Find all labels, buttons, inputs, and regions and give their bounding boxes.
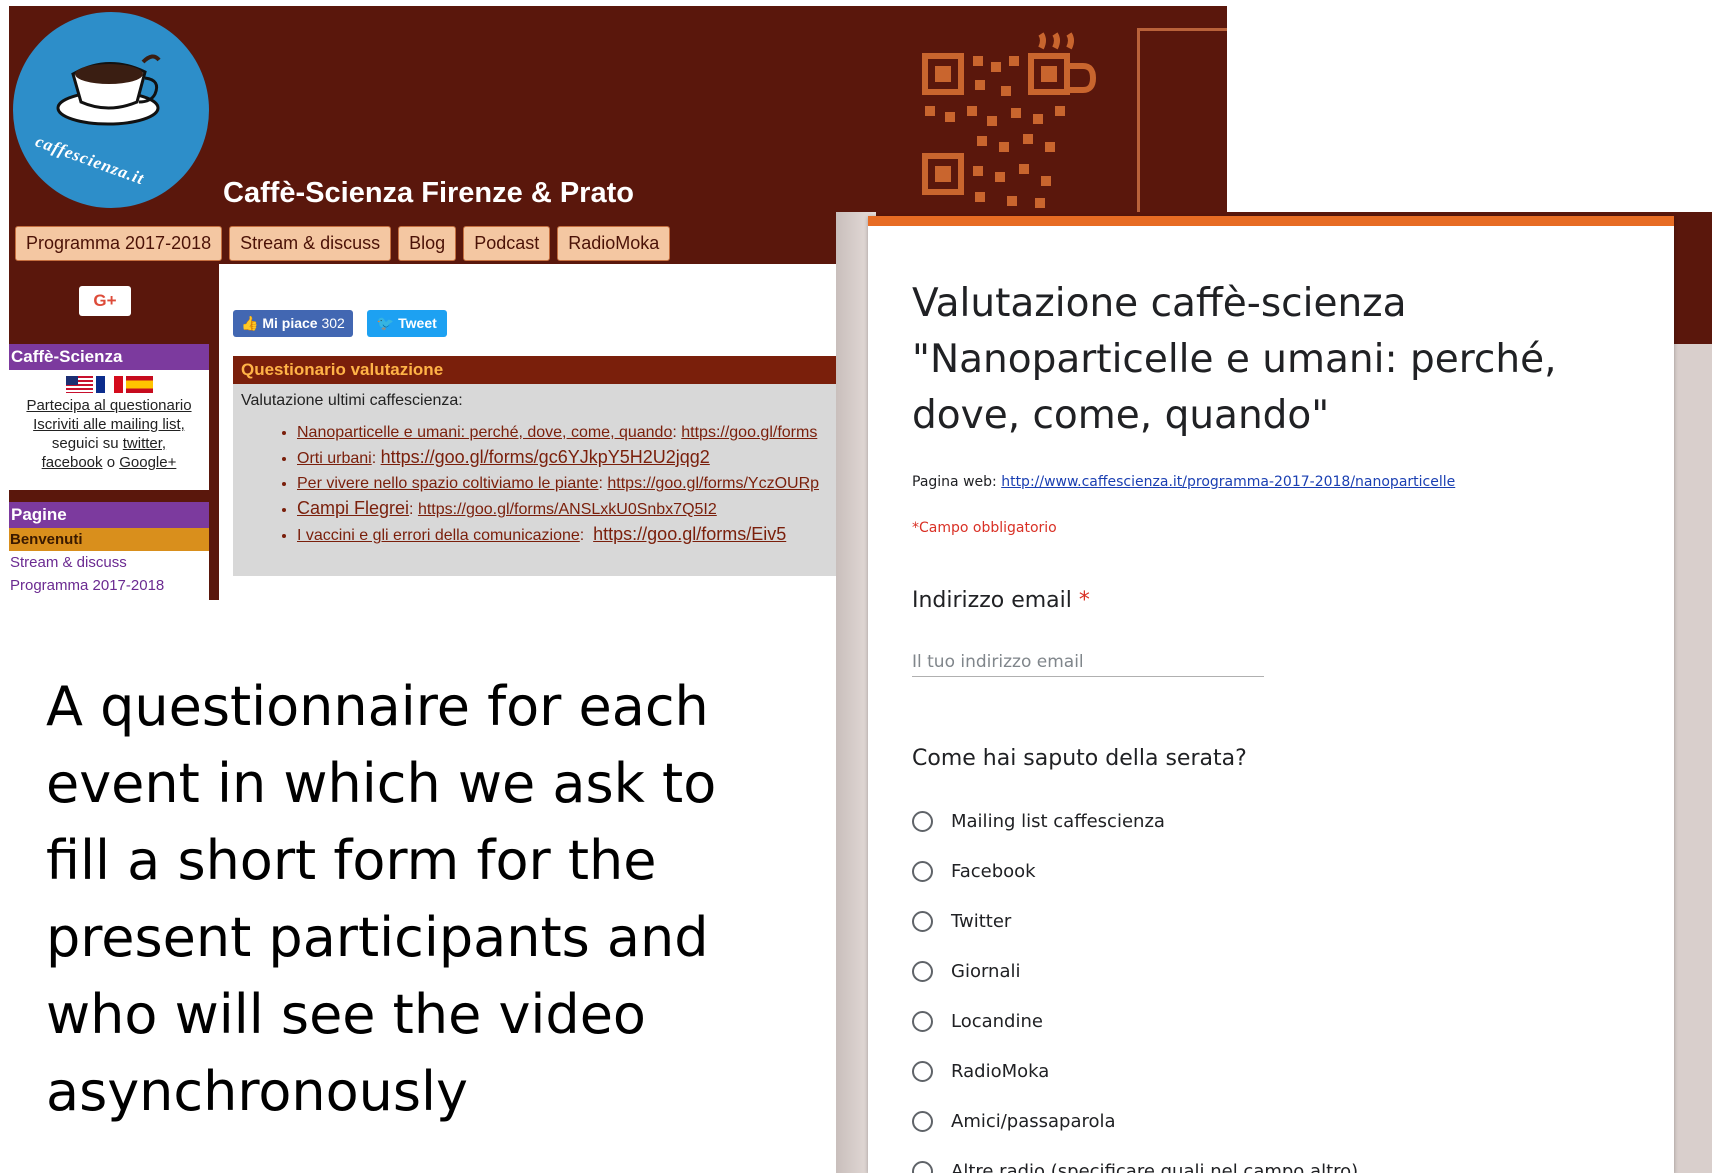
coffee-cup-icon xyxy=(56,54,161,126)
social-buttons: 👍 Mi piace 302 🐦 Tweet xyxy=(233,310,447,337)
option-label: Twitter xyxy=(951,910,1012,932)
separator: : xyxy=(409,501,414,518)
sidebar-pages-box: Pagine Benvenuti Stream & discuss Progra… xyxy=(9,502,209,600)
tweet-button[interactable]: 🐦 Tweet xyxy=(366,310,447,337)
nav-radiomoka[interactable]: RadioMoka xyxy=(557,226,671,261)
source-question: Come hai saputo della serata? xyxy=(912,746,1247,771)
separator: : xyxy=(371,450,377,467)
facebook-link[interactable]: facebook xyxy=(42,454,103,471)
separator: : xyxy=(579,527,585,544)
event-title-link[interactable]: Nanoparticelle e umani: perché, dove, co… xyxy=(297,424,672,441)
radio-button[interactable] xyxy=(912,1160,933,1173)
facebook-like-button[interactable]: 👍 Mi piace 302 xyxy=(233,310,353,337)
nav-stream[interactable]: Stream & discuss xyxy=(229,226,392,261)
required-note: *Campo obbligatorio xyxy=(912,520,1057,536)
radio-button[interactable] xyxy=(912,810,933,832)
like-label: Mi piace xyxy=(262,315,318,331)
form-web-line: Pagina web: http://www.caffescienza.it/p… xyxy=(912,474,1455,490)
event-title-link[interactable]: Per vivere nello spazio coltiviamo le pi… xyxy=(297,475,598,492)
radio-option[interactable]: Amici/passaparola xyxy=(912,1096,1358,1146)
event-title-link[interactable]: Campi Flegrei xyxy=(297,498,409,518)
option-label: Giornali xyxy=(951,960,1021,982)
radio-option[interactable]: Twitter xyxy=(912,896,1358,946)
separator: : xyxy=(672,424,677,441)
caffescienza-logo[interactable]: caffescienza.it xyxy=(13,12,209,208)
site-title: Caffè-Scienza Firenze & Prato xyxy=(223,177,634,209)
form-link[interactable]: https://goo.gl/forms/YczOURp xyxy=(607,475,819,492)
page-item-stream[interactable]: Stream & discuss xyxy=(9,551,209,574)
form-link[interactable]: https://goo.gl/forms/gc6YJkpY5H2U2jqg2 xyxy=(381,447,710,467)
radio-option[interactable]: Facebook xyxy=(912,846,1358,896)
required-star: * xyxy=(1078,588,1090,613)
radio-button[interactable] xyxy=(912,1110,933,1132)
twitter-link[interactable]: twitter, xyxy=(123,435,166,452)
radio-button[interactable] xyxy=(912,960,933,982)
radio-option[interactable]: Altre radio (specificare quali nel campo… xyxy=(912,1146,1358,1173)
fr-flag-icon[interactable] xyxy=(95,376,123,393)
nav-podcast[interactable]: Podcast xyxy=(463,226,551,261)
option-label: Mailing list caffescienza xyxy=(951,810,1165,832)
or-text: o xyxy=(106,454,116,471)
separator: : xyxy=(598,475,603,492)
page-item-benvenuti[interactable]: Benvenuti xyxy=(9,528,209,551)
twitter-bird-icon: 🐦 xyxy=(376,315,395,331)
nav-blog[interactable]: Blog xyxy=(398,226,457,261)
event-title-link[interactable]: Orti urbani xyxy=(297,450,372,467)
radio-option[interactable]: Locandine xyxy=(912,996,1358,1046)
radio-option[interactable]: Mailing list caffescienza xyxy=(912,796,1358,846)
form-accent-bar xyxy=(868,216,1674,226)
main-nav: Programma 2017-2018 Stream & discuss Blo… xyxy=(15,226,671,261)
radio-option[interactable]: Giornali xyxy=(912,946,1358,996)
sidebar-caffe-header: Caffè-Scienza xyxy=(9,344,209,370)
form-link[interactable]: https://goo.gl/forms xyxy=(681,424,817,441)
option-label: RadioMoka xyxy=(951,1060,1050,1082)
email-question: Indirizzo email * xyxy=(912,588,1090,613)
logo-text: caffescienza.it xyxy=(33,131,147,189)
form-link[interactable]: https://goo.gl/forms/Eiv5 xyxy=(593,524,786,544)
es-flag-icon[interactable] xyxy=(125,376,153,393)
radio-button[interactable] xyxy=(912,1010,933,1032)
google-link[interactable]: Google+ xyxy=(119,454,176,471)
form-link[interactable]: https://goo.gl/forms/ANSLxkU0Snbx7Q5I2 xyxy=(418,501,717,518)
radio-button[interactable] xyxy=(912,1060,933,1082)
option-label: Altre radio (specificare quali nel campo… xyxy=(951,1160,1359,1173)
poster-graphic xyxy=(1137,28,1227,218)
option-label: Facebook xyxy=(951,860,1036,882)
sidebar-pages-header: Pagine xyxy=(9,502,209,528)
sidebar-links: Partecipa al questionario Iscriviti alle… xyxy=(9,396,209,472)
mailing-list-link[interactable]: Iscriviti alle mailing list, xyxy=(33,416,185,433)
event-title-link[interactable]: I vaccini e gli errori della comunicazio… xyxy=(297,527,580,544)
web-link[interactable]: http://www.caffescienza.it/programma-201… xyxy=(1001,474,1455,490)
form-title: Valutazione caffè-scienza "Nanoparticell… xyxy=(912,281,1557,438)
radio-button[interactable] xyxy=(912,910,933,932)
radio-option[interactable]: RadioMoka xyxy=(912,1046,1358,1096)
web-label: Pagina web: xyxy=(912,474,997,490)
slide-caption: A questionnaire for each event in which … xyxy=(46,675,717,1123)
sidebar-caffe-box: Caffè-Scienza Partecipa al questionario … xyxy=(9,344,209,490)
option-label: Amici/passaparola xyxy=(951,1110,1116,1132)
nav-programma[interactable]: Programma 2017-2018 xyxy=(15,226,223,261)
qr-code-cup-icon xyxy=(922,32,1097,208)
option-label: Locandine xyxy=(951,1010,1043,1032)
email-question-label: Indirizzo email xyxy=(912,588,1072,613)
email-field[interactable] xyxy=(912,648,1264,677)
us-flag-icon[interactable] xyxy=(65,376,93,393)
radio-button[interactable] xyxy=(912,860,933,882)
google-plus-button[interactable]: G+ xyxy=(79,286,131,316)
thumbs-up-icon: 👍 xyxy=(241,315,259,331)
source-options: Mailing list caffescienza Facebook Twitt… xyxy=(912,796,1358,1173)
google-form-card: Valutazione caffè-scienza "Nanoparticell… xyxy=(868,216,1674,1173)
language-flags xyxy=(9,376,209,393)
tweet-label: Tweet xyxy=(398,315,437,331)
participate-link[interactable]: Partecipa al questionario xyxy=(26,397,191,414)
page-item-programma[interactable]: Programma 2017-2018 xyxy=(9,574,209,597)
follow-prefix: seguici su xyxy=(51,435,119,452)
like-count: 302 xyxy=(321,315,345,331)
